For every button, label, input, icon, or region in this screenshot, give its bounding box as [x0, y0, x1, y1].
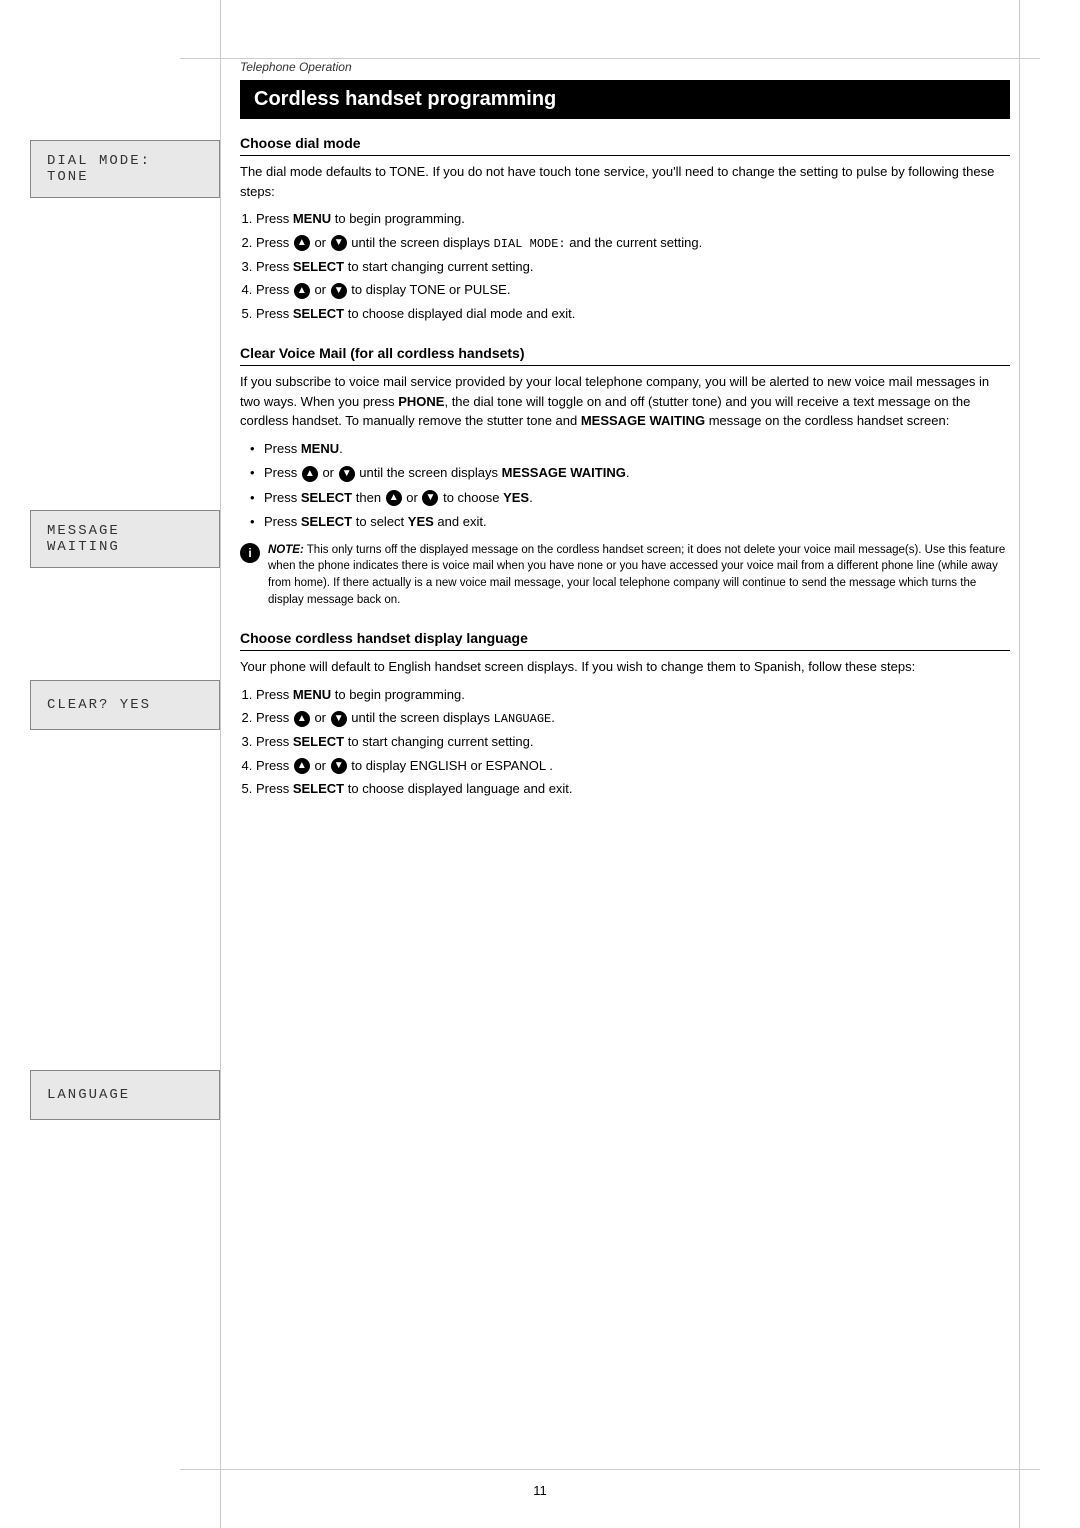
down-arrow-icon-6: ▼ — [331, 758, 347, 774]
step-3: Press SELECT to start changing current s… — [256, 257, 1010, 277]
up-arrow-icon: ▲ — [294, 235, 310, 251]
lcd-language: LANGUAGE — [30, 1070, 220, 1126]
choose-language-steps: Press MENU to begin programming. Press ▲… — [256, 685, 1010, 799]
lcd-clear-yes: CLEAR? YES — [30, 680, 220, 736]
note-box: i NOTE: This only turns off the displaye… — [240, 542, 1010, 609]
up-arrow-icon-5: ▲ — [294, 711, 310, 727]
up-arrow-icon-6: ▲ — [294, 758, 310, 774]
step-2: Press ▲ or ▼ until the screen displays D… — [256, 233, 1010, 253]
choose-language-section: Choose cordless handset display language… — [240, 630, 1010, 799]
margin-line-left — [220, 0, 221, 1528]
lcd-screen-dial-mode: DIAL MODE: TONE — [30, 140, 220, 198]
up-arrow-icon-4: ▲ — [386, 490, 402, 506]
page-number: 11 — [533, 1483, 547, 1498]
down-arrow-icon-4: ▼ — [422, 490, 438, 506]
choose-dial-mode-heading: Choose dial mode — [240, 135, 1010, 156]
step-4: Press ▲ or ▼ to display TONE or PULSE. — [256, 280, 1010, 300]
bullet-2: Press ▲ or ▼ until the screen displays M… — [250, 463, 1010, 483]
margin-line-right — [1019, 0, 1020, 1528]
right-panel: Telephone Operation Cordless handset pro… — [240, 60, 1010, 821]
lcd-screen-clear-yes: CLEAR? YES — [30, 680, 220, 730]
bullet-4: Press SELECT to select YES and exit. — [250, 512, 1010, 532]
down-arrow-icon-2: ▼ — [331, 283, 347, 299]
info-icon: i — [240, 543, 260, 563]
up-arrow-icon-2: ▲ — [294, 283, 310, 299]
lcd-screen-language: LANGUAGE — [30, 1070, 220, 1120]
note-text: NOTE: This only turns off the displayed … — [268, 542, 1010, 609]
page: DIAL MODE: TONE MESSAGE WAITING CLEAR? Y… — [0, 0, 1080, 1528]
step-5: Press SELECT to choose displayed dial mo… — [256, 304, 1010, 324]
lcd-screen-message-waiting: MESSAGE WAITING — [30, 510, 220, 568]
down-arrow-icon-3: ▼ — [339, 466, 355, 482]
up-arrow-icon-3: ▲ — [302, 466, 318, 482]
bullet-1: Press MENU. — [250, 439, 1010, 459]
choose-dial-mode-section: Choose dial mode The dial mode defaults … — [240, 135, 1010, 323]
lang-step-1: Press MENU to begin programming. — [256, 685, 1010, 705]
down-arrow-icon-5: ▼ — [331, 711, 347, 727]
lcd-dial-mode: DIAL MODE: TONE — [30, 140, 220, 204]
clear-voice-mail-intro: If you subscribe to voice mail service p… — [240, 372, 1010, 431]
choose-language-heading: Choose cordless handset display language — [240, 630, 1010, 651]
page-title: Cordless handset programming — [240, 80, 1010, 119]
lang-step-2: Press ▲ or ▼ until the screen displays L… — [256, 708, 1010, 728]
choose-dial-mode-intro: The dial mode defaults to TONE. If you d… — [240, 162, 1010, 201]
clear-voice-mail-bullets: Press MENU. Press ▲ or ▼ until the scree… — [250, 439, 1010, 532]
lang-step-3: Press SELECT to start changing current s… — [256, 732, 1010, 752]
lcd-message-waiting: MESSAGE WAITING — [30, 510, 220, 574]
down-arrow-icon: ▼ — [331, 235, 347, 251]
lang-step-5: Press SELECT to choose displayed languag… — [256, 779, 1010, 799]
clear-voice-mail-section: Clear Voice Mail (for all cordless hands… — [240, 345, 1010, 608]
margin-line-top — [180, 58, 1040, 59]
clear-voice-mail-heading: Clear Voice Mail (for all cordless hands… — [240, 345, 1010, 366]
choose-language-intro: Your phone will default to English hands… — [240, 657, 1010, 677]
section-header: Telephone Operation — [240, 60, 1010, 74]
step-1: Press MENU to begin programming. — [256, 209, 1010, 229]
choose-dial-mode-steps: Press MENU to begin programming. Press ▲… — [256, 209, 1010, 323]
lang-step-4: Press ▲ or ▼ to display ENGLISH or ESPAN… — [256, 756, 1010, 776]
bullet-3: Press SELECT then ▲ or ▼ to choose YES. — [250, 488, 1010, 508]
margin-line-bottom — [180, 1469, 1040, 1470]
